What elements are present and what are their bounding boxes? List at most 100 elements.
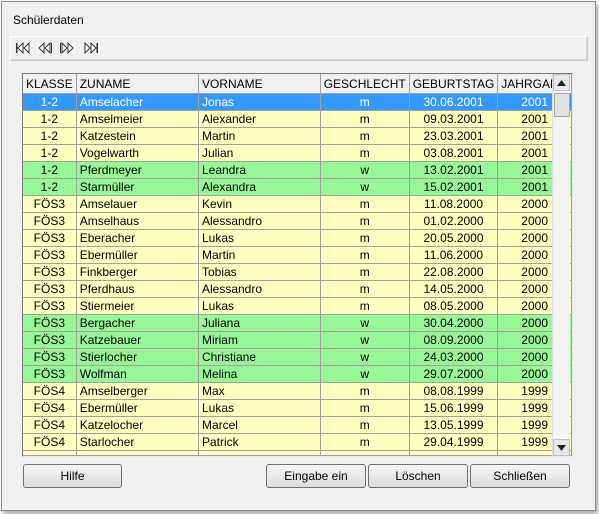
help-button[interactable]: Hilfe: [23, 464, 122, 488]
cell-vorname[interactable]: Miriam: [198, 331, 321, 349]
cell-geburtstag[interactable]: 13.02.2001: [409, 161, 499, 179]
cell-klasse[interactable]: FÖS4: [23, 433, 77, 451]
cell-geschlecht[interactable]: w: [320, 365, 410, 383]
cell-klasse[interactable]: 1-2: [23, 93, 77, 111]
cell-geburtstag[interactable]: 29.07.2000: [409, 365, 499, 383]
cell-zuname[interactable]: Amselhaus: [76, 212, 199, 230]
table-row[interactable]: 1-2 Amselmeier Alexander m 09.03.2001 2001: [23, 110, 572, 128]
delete-button[interactable]: Löschen: [368, 464, 468, 488]
cell-geburtstag[interactable]: 30.06.2001: [409, 93, 499, 111]
cell-vorname[interactable]: Martin: [198, 127, 321, 145]
table-row[interactable]: FÖS4 Katzelocher Marcel m 13.05.1999 1999: [23, 416, 572, 434]
cell-zuname[interactable]: Eberacher: [76, 229, 199, 247]
cell-klasse[interactable]: FÖS3: [23, 314, 77, 332]
cell-vorname[interactable]: Alexander: [198, 110, 321, 128]
table-row[interactable]: 1-2 Amselacher Jonas m 30.06.2001 2001: [23, 93, 572, 111]
cell-klasse[interactable]: FÖS3: [23, 229, 77, 247]
cell-zuname[interactable]: Amselacher: [76, 93, 199, 111]
cell-klasse[interactable]: 1-2: [23, 161, 77, 179]
table-row[interactable]: FÖS3 Stiermeier Lukas m 08.05.2000 2000: [23, 297, 572, 315]
scroll-down-icon[interactable]: [553, 439, 570, 456]
cell-geburtstag[interactable]: 15.06.1999: [409, 399, 499, 417]
cell-vorname[interactable]: Juliana: [198, 314, 321, 332]
cell-geburtstag[interactable]: 23.03.2001: [409, 127, 499, 145]
cell-geschlecht[interactable]: m: [320, 416, 410, 434]
cell-zuname[interactable]: Amselauer: [76, 195, 199, 213]
cell-geburtstag[interactable]: 08.09.2000: [409, 331, 499, 349]
table-row[interactable]: FÖS3 Stierlocher Christiane w 24.03.2000 2000: [23, 348, 572, 366]
cell-geburtstag[interactable]: 30.04.2000: [409, 314, 499, 332]
table-row[interactable]: FÖS4 Ebermüller Lukas m 15.06.1999 1999: [23, 399, 572, 417]
cell-klasse[interactable]: 1-2: [23, 110, 77, 128]
column-header-zuname[interactable]: ZUNAME: [76, 74, 199, 94]
cell-vorname[interactable]: Alessandro: [198, 212, 321, 230]
cell-zuname[interactable]: Ebermüller: [76, 246, 199, 264]
cell-zuname[interactable]: Finkberger: [76, 263, 199, 281]
cell-zuname[interactable]: Vogelwarth: [76, 144, 199, 162]
cell-geburtstag[interactable]: 08.08.1999: [409, 382, 499, 400]
cell-geschlecht[interactable]: m: [320, 127, 410, 145]
cell-geburtstag[interactable]: 13.05.1999: [409, 416, 499, 434]
table-row[interactable]: FÖS3 Katzebauer Miriam w 08.09.2000 2000: [23, 331, 572, 349]
cell-vorname[interactable]: Lukas: [198, 399, 321, 417]
cell-geburtstag[interactable]: 29.04.1999: [409, 433, 499, 451]
cell-geschlecht[interactable]: m: [320, 263, 410, 281]
cell-vorname[interactable]: Christiane: [198, 348, 321, 366]
cell-vorname[interactable]: Julian: [198, 144, 321, 162]
cell-klasse[interactable]: 1-2: [23, 127, 77, 145]
table-row[interactable]: FÖS3 Amselhaus Alessandro m 01.02.2000 2000: [23, 212, 572, 230]
table-row[interactable]: 1-2 Pferdmeyer Leandra w 13.02.2001 2001: [23, 161, 572, 179]
table-row[interactable]: FÖS3 Amselauer Kevin m 11.08.2000 2000: [23, 195, 572, 213]
cell-geschlecht[interactable]: w: [320, 348, 410, 366]
cell-geburtstag[interactable]: 14.05.2000: [409, 280, 499, 298]
cell-geburtstag[interactable]: 01.02.2000: [409, 212, 499, 230]
cell-zuname[interactable]: Stiermeier: [76, 297, 199, 315]
table-row[interactable]: 1-2 Vogelwarth Julian m 03.08.2001 2001: [23, 144, 572, 162]
cell-geschlecht[interactable]: m: [320, 399, 410, 417]
students-grid[interactable]: KLASSE ZUNAME VORNAME GESCHLECHT GEBURTS…: [22, 73, 573, 457]
cell-geburtstag[interactable]: 08.05.2000: [409, 297, 499, 315]
cell-vorname[interactable]: Patrick: [198, 433, 321, 451]
cell-geschlecht[interactable]: m: [320, 93, 410, 111]
table-row[interactable]: FÖS3 Finkberger Tobias m 22.08.2000 2000: [23, 263, 572, 281]
close-button[interactable]: Schließen: [470, 464, 570, 488]
cell-zuname[interactable]: Starlocher: [76, 433, 199, 451]
table-row[interactable]: FÖS4 Starlocher Patrick m 29.04.1999 1999: [23, 433, 572, 451]
cell-vorname[interactable]: Alessandro: [198, 280, 321, 298]
cell-zuname[interactable]: Katzelocher: [76, 416, 199, 434]
cell-vorname[interactable]: Lukas: [198, 297, 321, 315]
cell-zuname[interactable]: Wolfman: [76, 365, 199, 383]
table-row[interactable]: FÖS3 Ebermüller Martin m 11.06.2000 2000: [23, 246, 572, 264]
first-record-icon[interactable]: [13, 38, 33, 58]
cell-klasse[interactable]: FÖS4: [23, 399, 77, 417]
cell-geburtstag[interactable]: 11.06.2000: [409, 246, 499, 264]
cell-zuname[interactable]: Amselmeier: [76, 110, 199, 128]
cell-klasse[interactable]: FÖS3: [23, 212, 77, 230]
scroll-up-icon[interactable]: [553, 74, 570, 91]
table-row[interactable]: FÖS3 Eberacher Lukas m 20.05.2000 2000: [23, 229, 572, 247]
table-row[interactable]: FÖS4 Amselberger Max m 08.08.1999 1999: [23, 382, 572, 400]
cell-geschlecht[interactable]: m: [320, 110, 410, 128]
cell-geschlecht[interactable]: m: [320, 246, 410, 264]
cell-geschlecht[interactable]: m: [320, 280, 410, 298]
cell-vorname[interactable]: Lukas: [198, 229, 321, 247]
previous-record-icon[interactable]: [35, 38, 55, 58]
cell-klasse[interactable]: 1-2: [23, 178, 77, 196]
cell-vorname[interactable]: Marcel: [198, 416, 321, 434]
vertical-scrollbar[interactable]: [552, 74, 570, 456]
column-header-klasse[interactable]: KLASSE: [23, 74, 77, 94]
cell-vorname[interactable]: Kevin: [198, 195, 321, 213]
column-header-vorname[interactable]: VORNAME: [198, 74, 321, 94]
cell-geschlecht[interactable]: w: [320, 314, 410, 332]
scrollbar-thumb[interactable]: [554, 93, 570, 117]
cell-klasse[interactable]: FÖS3: [23, 348, 77, 366]
cell-zuname[interactable]: Starmüller: [76, 178, 199, 196]
cell-zuname[interactable]: Pferdmeyer: [76, 161, 199, 179]
cell-vorname[interactable]: Max: [198, 382, 321, 400]
table-row[interactable]: FÖS3 Pferdhaus Alessandro m 14.05.2000 2000: [23, 280, 572, 298]
cell-klasse[interactable]: FÖS3: [23, 263, 77, 281]
last-record-icon[interactable]: [81, 38, 101, 58]
cell-geschlecht[interactable]: m: [320, 195, 410, 213]
cell-geburtstag[interactable]: 24.03.2000: [409, 348, 499, 366]
cell-vorname[interactable]: Alexandra: [198, 178, 321, 196]
